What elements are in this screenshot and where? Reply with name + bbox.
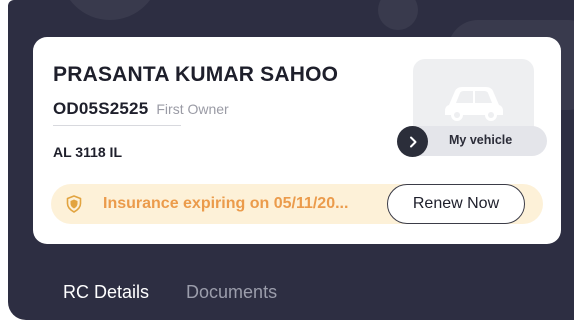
tab-bar: RC Details Documents (63, 282, 314, 303)
chevron-right-icon (409, 136, 416, 147)
insurance-expiry-text: Insurance expiring on 05/11/20... (103, 195, 349, 212)
vehicle-card: PRASANTA KUMAR SAHOO OD05S2525 First Own… (33, 37, 561, 244)
vehicle-details-button[interactable] (397, 126, 428, 157)
car-icon (445, 87, 503, 121)
decorative-circle (60, 0, 160, 20)
tab-rc-details[interactable]: RC Details (63, 282, 149, 303)
my-vehicle-label: My vehicle (449, 133, 513, 147)
tab-documents[interactable]: Documents (186, 282, 277, 303)
registration-number: OD05S2525 (53, 99, 149, 118)
shield-icon (66, 195, 82, 213)
renew-now-button[interactable]: Renew Now (387, 184, 525, 224)
decorative-circle (378, 0, 418, 30)
registration-row: OD05S2525 First Owner (53, 99, 229, 119)
owner-name: PRASANTA KUMAR SAHOO (53, 63, 339, 86)
model-code: AL 3118 IL (53, 144, 123, 160)
owner-type: First Owner (156, 101, 229, 117)
divider (53, 125, 181, 126)
